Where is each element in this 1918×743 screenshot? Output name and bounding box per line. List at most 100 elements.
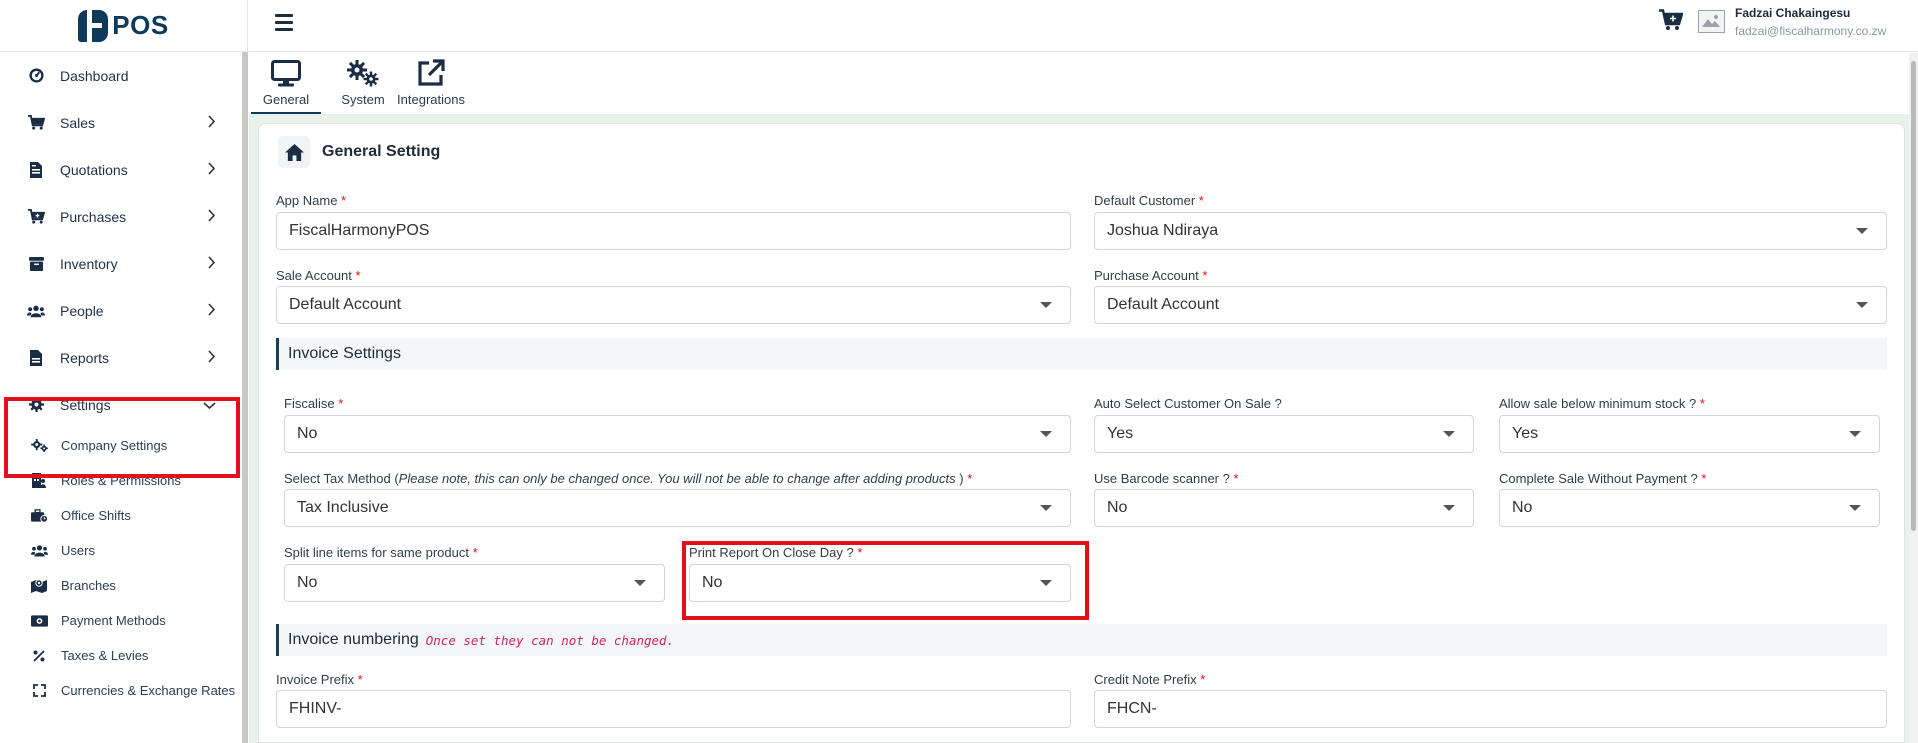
sidebar-item-label: Dashboard — [60, 67, 129, 84]
sidebar-subitem-label: Taxes & Levies — [61, 648, 149, 663]
page-scrollbar[interactable] — [1909, 53, 1918, 743]
sidebar-subitem-payment-methods[interactable]: Payment Methods — [0, 603, 240, 638]
avatar[interactable] — [1698, 10, 1725, 33]
settings-tabs: General System Integrations — [249, 53, 1909, 114]
tab-general[interactable]: General — [251, 53, 321, 114]
purchase-account-label: Purchase Account * — [1094, 268, 1208, 283]
credit-note-prefix-input[interactable]: FHCN- — [1094, 690, 1887, 728]
sale-account-select[interactable]: Default Account — [276, 286, 1071, 324]
money-icon — [30, 614, 48, 627]
tab-integrations[interactable]: Integrations — [395, 53, 467, 114]
dashboard-icon — [27, 68, 45, 83]
sidebar-subitem-label: Branches — [61, 578, 116, 593]
credit-note-prefix-label: Credit Note Prefix * — [1094, 672, 1206, 687]
sidebar-subitem-currencies[interactable]: Currencies & Exchange Rates — [0, 673, 240, 708]
desktop-icon — [271, 56, 301, 87]
gears-icon — [347, 56, 379, 87]
dropdown-caret-icon — [1443, 431, 1455, 437]
expand-icon — [30, 684, 48, 697]
sale-account-label: Sale Account * — [276, 268, 361, 283]
purchase-account-select[interactable]: Default Account — [1094, 286, 1887, 324]
sidebar-subitem-label: Roles & Permissions — [61, 473, 181, 488]
invoice-numbering-section: Invoice numbering Once set they can not b… — [276, 624, 1887, 656]
sidebar-subitem-company-settings[interactable]: Company Settings — [0, 428, 240, 463]
user-name[interactable]: Fadzai Chakaingesu — [1735, 6, 1850, 20]
sidebar-item-label: Settings — [60, 396, 111, 413]
sidebar-subitem-label: Currencies & Exchange Rates — [61, 683, 236, 698]
print-report-label: Print Report On Close Day ? * — [689, 545, 863, 560]
briefcase-icon — [30, 508, 48, 523]
chevron-right-icon — [207, 208, 216, 225]
sidebar-subitem-taxes-levies[interactable]: Taxes & Levies — [0, 638, 240, 673]
tab-label: Integrations — [397, 92, 465, 107]
dropdown-caret-icon — [1040, 302, 1052, 308]
percent-icon — [30, 649, 48, 662]
sidebar-subitem-label: Company Settings — [61, 438, 168, 453]
fiscalise-select[interactable]: No — [284, 415, 1071, 453]
default-customer-select[interactable]: Joshua Ndiraya — [1094, 212, 1887, 250]
sidebar-subitem-office-shifts[interactable]: Office Shifts — [0, 498, 240, 533]
sidebar-item-quotations[interactable]: Quotations — [0, 146, 240, 193]
use-barcode-select[interactable]: No — [1094, 489, 1474, 527]
sidebar-subitem-users[interactable]: Users — [0, 533, 240, 568]
app-logo[interactable]: POS — [0, 0, 247, 52]
sidebar-item-inventory[interactable]: Inventory — [0, 240, 240, 287]
chevron-right-icon — [207, 114, 216, 131]
tab-system[interactable]: System — [327, 53, 399, 114]
allow-below-min-label: Allow sale below minimum stock ? * — [1499, 396, 1705, 411]
menu-toggle-icon[interactable] — [275, 14, 293, 31]
chevron-right-icon — [207, 255, 216, 272]
auto-select-customer-select[interactable]: Yes — [1094, 415, 1474, 453]
dropdown-caret-icon — [1443, 505, 1455, 511]
print-report-select[interactable]: No — [689, 564, 1071, 602]
auto-select-customer-label: Auto Select Customer On Sale ? — [1094, 396, 1282, 411]
file-invoice-icon — [27, 161, 45, 178]
map-icon — [30, 578, 48, 593]
sidebar-item-label: Purchases — [60, 208, 127, 225]
cart-icon — [27, 115, 45, 130]
pos-cart-icon[interactable] — [1659, 9, 1684, 36]
fiscalise-label: Fiscalise * — [284, 396, 344, 411]
home-icon — [278, 136, 310, 168]
sidebar-item-label: Quotations — [60, 161, 128, 178]
sidebar-item-label: Sales — [60, 114, 96, 131]
sidebar-item-purchases[interactable]: Purchases — [0, 193, 240, 240]
sidebar-item-dashboard[interactable]: Dashboard — [0, 52, 240, 99]
complete-without-payment-select[interactable]: No — [1499, 489, 1880, 527]
sidebar-subitem-label: Payment Methods — [61, 613, 166, 628]
tax-method-select[interactable]: Tax Inclusive — [284, 489, 1071, 527]
chevron-down-icon — [203, 397, 216, 413]
file-icon — [27, 349, 45, 366]
split-line-items-select[interactable]: No — [284, 564, 665, 602]
sidebar-item-sales[interactable]: Sales — [0, 99, 240, 146]
external-link-icon — [417, 56, 445, 87]
sidebar-subitem-roles-permissions[interactable]: Roles & Permissions — [0, 463, 240, 498]
sidebar-item-label: Inventory — [60, 255, 118, 272]
invoice-prefix-input[interactable]: FHINV- — [276, 690, 1071, 728]
users-icon — [27, 304, 45, 318]
app-name-input[interactable]: FiscalHarmonyPOS — [276, 212, 1071, 250]
allow-below-min-select[interactable]: Yes — [1499, 415, 1880, 453]
tab-label: General — [262, 92, 310, 107]
sidebar-subitem-label: Users — [61, 543, 95, 558]
sidebar-subitem-branches[interactable]: Branches — [0, 568, 240, 603]
logo-mark-icon — [78, 9, 109, 42]
use-barcode-label: Use Barcode scanner ? * — [1094, 471, 1239, 486]
tax-method-label: Select Tax Method (Please note, this can… — [284, 471, 973, 486]
invoice-numbering-note: Once set they can not be changed. — [425, 632, 675, 648]
sidebar-item-reports[interactable]: Reports — [0, 334, 240, 381]
dropdown-caret-icon — [1856, 228, 1868, 234]
invoice-settings-section: Invoice Settings — [276, 338, 1887, 370]
sidebar-scrollbar[interactable] — [242, 52, 248, 743]
tab-label: System — [341, 92, 385, 107]
complete-without-payment-label: Complete Sale Without Payment ? * — [1499, 471, 1707, 486]
chevron-right-icon — [207, 349, 216, 366]
dropdown-caret-icon — [1856, 302, 1868, 308]
sidebar-item-label: People — [60, 302, 104, 319]
sidebar-item-people[interactable]: People — [0, 287, 240, 334]
sidebar-item-settings[interactable]: Settings — [0, 381, 240, 428]
chevron-right-icon — [207, 302, 216, 319]
logo-text: POS — [112, 10, 169, 40]
app-name-label: App Name * — [276, 193, 347, 208]
dropdown-caret-icon — [1040, 505, 1052, 511]
